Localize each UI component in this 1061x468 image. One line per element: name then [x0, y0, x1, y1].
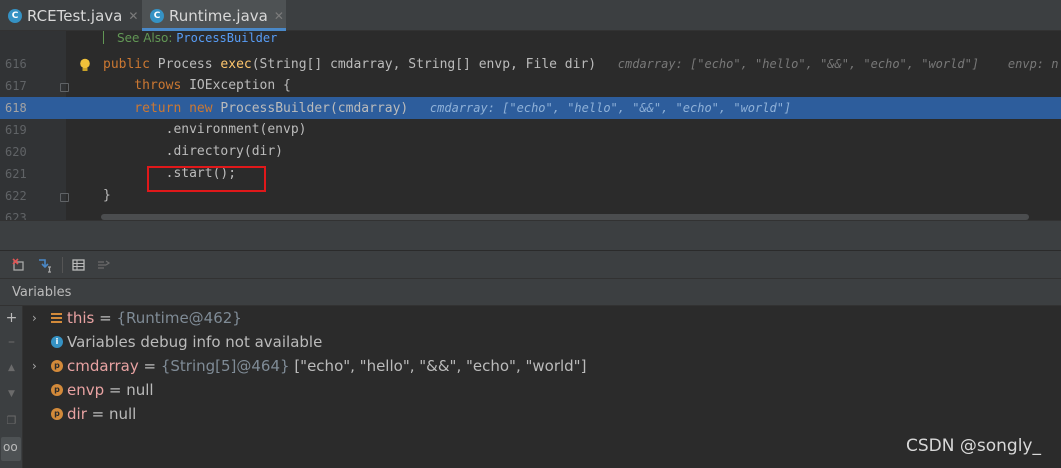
code-text[interactable]: } — [103, 185, 111, 207]
tab-runtime[interactable]: C Runtime.java ✕ — [142, 0, 286, 31]
code-text[interactable]: public Process exec(String[] cmdarray, S… — [103, 53, 1058, 76]
code-line[interactable]: 620 .directory(dir) — [0, 141, 1061, 163]
inline-debug-value: cmdarray: ["echo", "hello", "&&", "echo"… — [596, 57, 1059, 71]
code-token: (String[] cmdarray, String[] envp, File … — [251, 57, 597, 72]
restore-layout-icon[interactable] — [11, 257, 27, 273]
see-also-label: See Also: — [117, 31, 177, 45]
code-text[interactable]: throws IOException { — [103, 75, 291, 97]
fields-list-icon — [51, 313, 62, 323]
line-number: 617 — [5, 79, 27, 93]
code-text[interactable]: .directory(dir) — [103, 141, 283, 163]
variables-panel-title: Variables — [0, 278, 1061, 306]
variable-name: this — [67, 309, 95, 327]
parameter-icon: p — [51, 384, 63, 396]
variable-row[interactable]: › this = {Runtime@462} — [23, 306, 1023, 330]
code-token: IOException { — [189, 78, 291, 93]
code-token: } — [103, 188, 111, 203]
editor-tab-bar: C RCETest.java ✕ C Runtime.java ✕ — [0, 0, 1061, 31]
variable-text: envp = null — [67, 378, 154, 402]
code-token: ProcessBuilder(cmdarray) — [220, 101, 409, 116]
tab-rcetest[interactable]: C RCETest.java ✕ — [0, 0, 140, 31]
settings-list-icon[interactable] — [96, 257, 112, 273]
doc-comment-guide — [103, 31, 104, 44]
line-number: 620 — [5, 145, 27, 159]
see-also-link[interactable]: ProcessBuilder — [176, 31, 277, 45]
code-line[interactable]: 619 .environment(envp) — [0, 119, 1061, 141]
fold-marker-icon[interactable] — [60, 83, 69, 92]
variable-value: null — [126, 381, 154, 399]
line-number: 618 — [5, 101, 27, 115]
java-class-icon: C — [8, 8, 22, 23]
code-editor[interactable]: See Also: ProcessBuilder 616 public Proce… — [0, 31, 1061, 220]
inline-debug-value: cmdarray: ["echo", "hello", "&&", "echo"… — [408, 101, 792, 115]
lightbulb-icon[interactable] — [79, 58, 91, 73]
add-watch-icon[interactable]: + — [5, 311, 18, 325]
line-number: 616 — [5, 57, 27, 71]
variable-name: envp — [67, 381, 105, 399]
glasses-icon: oo — [3, 440, 18, 454]
fold-marker-icon[interactable] — [60, 193, 69, 202]
show-watches-toggle[interactable]: oo — [1, 437, 21, 461]
toolbar-divider — [62, 257, 63, 273]
variable-separator: = — [104, 381, 127, 399]
javadoc-see-also: See Also: ProcessBuilder — [117, 31, 277, 45]
line-number: 623 — [5, 211, 27, 220]
code-token: return new — [103, 101, 221, 116]
tab-label: RCETest.java — [27, 6, 123, 25]
java-class-icon: C — [150, 8, 164, 23]
step-cursor-icon[interactable] — [37, 257, 53, 273]
variable-row[interactable]: p envp = null — [23, 378, 1023, 402]
code-line[interactable]: 618 return new ProcessBuilder(cmdarray) … — [0, 97, 1061, 119]
variable-text: Variables debug info not available — [67, 330, 322, 354]
code-token: .environment(envp) — [103, 122, 307, 137]
variable-text: dir = null — [67, 402, 136, 426]
variable-text: cmdarray = {String[5]@464} ["echo", "hel… — [67, 354, 586, 378]
line-number: 621 — [5, 167, 27, 181]
move-down-icon[interactable]: ▼ — [5, 388, 18, 401]
parameter-icon: p — [51, 408, 63, 420]
expand-arrow-icon[interactable]: › — [32, 306, 37, 330]
watermark: CSDN @songly_ — [906, 436, 1041, 456]
close-tab-icon[interactable]: ✕ — [128, 9, 138, 23]
variable-reference: {String[5]@464} — [160, 357, 290, 375]
table-view-icon[interactable] — [71, 257, 87, 273]
variable-value: null — [108, 405, 137, 423]
code-token: exec — [220, 57, 252, 72]
vertical-scrollbar[interactable] — [1031, 31, 1037, 220]
variable-name: cmdarray — [67, 357, 139, 375]
copy-icon[interactable]: ❐ — [5, 414, 18, 427]
variable-reference: {Runtime@462} — [116, 309, 242, 327]
variable-row[interactable]: p dir = null — [23, 402, 1023, 426]
code-token: .directory(dir) — [103, 144, 284, 159]
variable-name: dir — [67, 405, 87, 423]
remove-watch-icon[interactable]: – — [5, 335, 18, 349]
code-text[interactable]: .environment(envp) — [103, 119, 307, 141]
variable-row[interactable]: › p cmdarray = {String[5]@464} ["echo", "h… — [23, 354, 1023, 378]
code-line[interactable]: 616 public Process exec(String[] cmdarray… — [0, 53, 1061, 75]
variable-separator: = — [138, 357, 161, 375]
line-number: 622 — [5, 189, 27, 203]
highlight-box — [147, 166, 266, 192]
variable-separator: = — [94, 309, 117, 327]
tab-label: Runtime.java — [169, 6, 268, 25]
debugger-toolbar — [0, 250, 1061, 278]
code-text[interactable]: return new ProcessBuilder(cmdarray) cmda… — [103, 97, 791, 120]
code-token: throws — [103, 78, 190, 93]
code-token: Process — [157, 57, 221, 72]
line-number: 619 — [5, 123, 27, 137]
variable-value: Variables debug info not available — [67, 333, 323, 351]
panel-separator — [0, 220, 1061, 250]
variable-text: this = {Runtime@462} — [67, 306, 242, 330]
code-token: public — [103, 57, 158, 72]
variable-value: ["echo", "hello", "&&", "echo", "world"] — [289, 357, 587, 375]
variable-separator: = — [86, 405, 109, 423]
expand-arrow-icon[interactable]: › — [32, 354, 37, 378]
close-tab-icon[interactable]: ✕ — [274, 9, 284, 23]
variable-row[interactable]: i Variables debug info not available — [23, 330, 1023, 354]
parameter-icon: p — [51, 360, 63, 372]
info-icon: i — [51, 336, 63, 348]
move-up-icon[interactable]: ▲ — [5, 362, 18, 375]
variables-side-toolbar: + – ▲ ▼ ❐ oo — [0, 306, 23, 468]
code-line[interactable]: 617 throws IOException { — [0, 75, 1061, 97]
